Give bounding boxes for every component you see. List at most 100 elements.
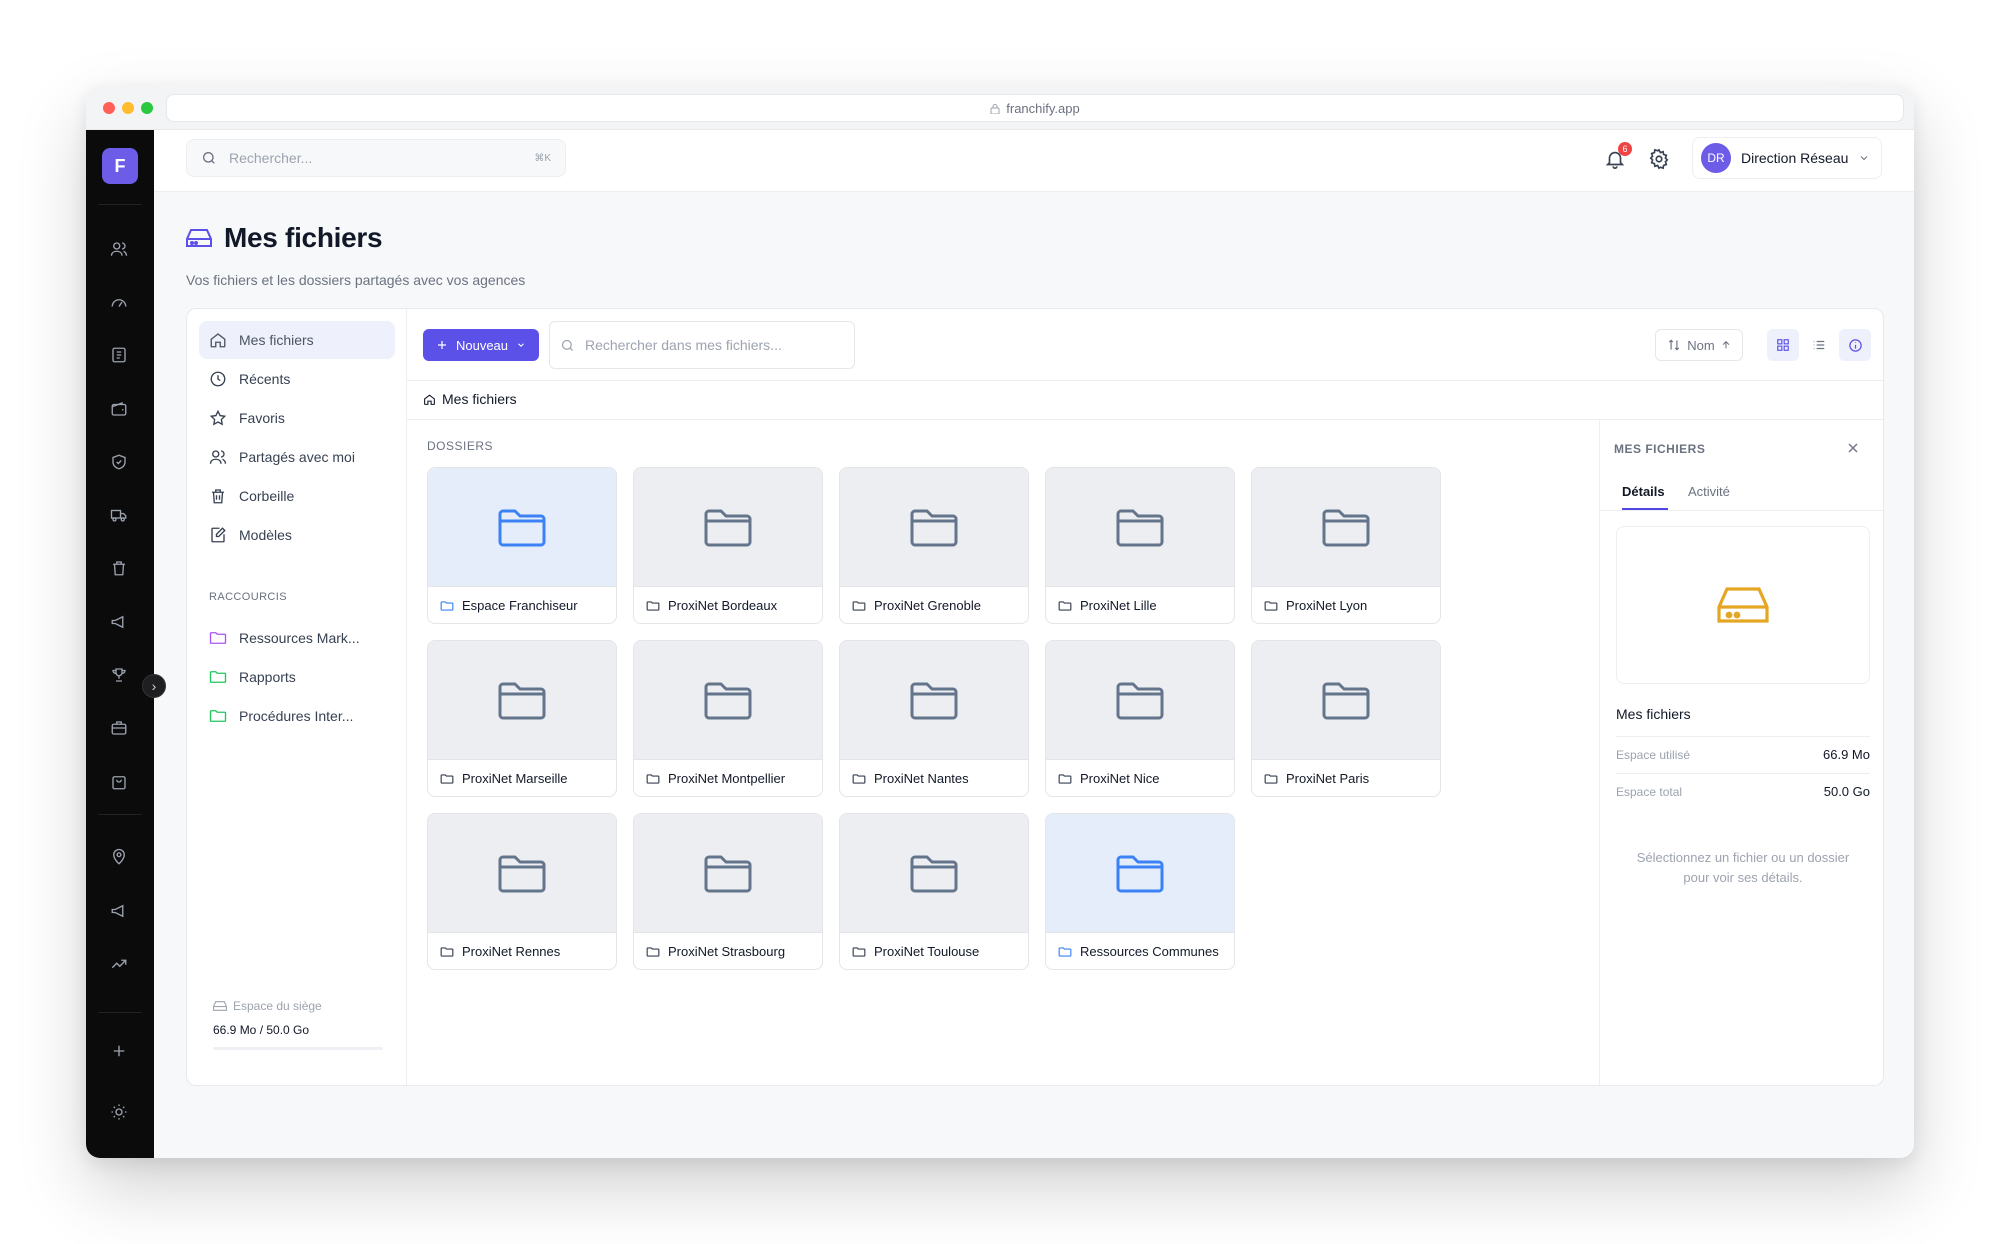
folder-card[interactable]: ProxiNet Marseille <box>427 640 617 797</box>
close-window-button[interactable] <box>103 102 115 114</box>
gear-icon <box>1649 148 1669 170</box>
clock-icon <box>210 371 226 387</box>
trash-icon <box>212 489 224 504</box>
files-sidebar: Mes fichiers Récents Favoris Partagés av… <box>187 309 407 1085</box>
search-icon <box>561 339 573 351</box>
settings-button[interactable] <box>1648 148 1672 172</box>
trending-up-icon[interactable] <box>108 953 130 975</box>
template-icon <box>211 527 226 543</box>
folder-card[interactable]: ProxiNet Rennes <box>427 813 617 970</box>
sidebar-item-corbeille[interactable]: Corbeille <box>199 477 395 515</box>
folder-icon <box>646 773 660 784</box>
folder-name-row: Ressources Communes <box>1046 932 1234 969</box>
folder-card[interactable]: ProxiNet Toulouse <box>839 813 1029 970</box>
details-row-value: 50.0 Go <box>1823 784 1870 799</box>
close-details-button[interactable] <box>1845 440 1863 458</box>
trophy-icon[interactable] <box>108 664 130 686</box>
app-logo[interactable]: F <box>102 148 138 184</box>
invoice-icon[interactable] <box>108 344 130 366</box>
minimize-window-button[interactable] <box>122 102 134 114</box>
folder-card[interactable]: Ressources Communes <box>1045 813 1235 970</box>
folder-card[interactable]: Espace Franchiseur <box>427 467 617 624</box>
shopping-bag-icon[interactable] <box>108 771 130 793</box>
folder-card[interactable]: ProxiNet Paris <box>1251 640 1441 797</box>
folder-icon <box>1116 509 1164 547</box>
folder-thumbnail <box>634 814 822 932</box>
folder-icon <box>209 671 227 683</box>
folder-icon <box>1116 855 1164 893</box>
details-row-value: 66.9 Mo <box>1823 747 1870 762</box>
breadcrumb[interactable]: Mes fichiers <box>423 391 517 407</box>
folder-card[interactable]: ProxiNet Montpellier <box>633 640 823 797</box>
announcement-icon[interactable] <box>108 900 130 922</box>
drive-icon <box>213 1001 227 1011</box>
folder-name-row: ProxiNet Lille <box>1046 586 1234 623</box>
folder-card[interactable]: ProxiNet Lille <box>1045 467 1235 624</box>
folder-name: Ressources Communes <box>1080 944 1219 959</box>
breadcrumb-current: Mes fichiers <box>442 391 517 407</box>
global-search-input[interactable]: Rechercher... ⌘K <box>186 139 566 177</box>
wallet-icon[interactable] <box>108 398 130 420</box>
grid-view-button[interactable] <box>1767 329 1799 361</box>
users-icon[interactable] <box>108 238 130 260</box>
map-pin-icon[interactable] <box>108 846 130 868</box>
details-row-total: Espace total 50.0 Go <box>1616 773 1870 809</box>
folder-card[interactable]: ProxiNet Bordeaux <box>633 467 823 624</box>
folder-name: ProxiNet Paris <box>1286 771 1370 786</box>
file-browser: Mes fichiers Récents Favoris Partagés av… <box>186 308 1884 1086</box>
shortcut-ressources-marketing[interactable]: Ressources Mark... <box>199 619 395 657</box>
sidebar-item-mes-fichiers[interactable]: Mes fichiers <box>199 321 395 359</box>
shield-icon[interactable] <box>108 451 130 473</box>
folder-card[interactable]: ProxiNet Grenoble <box>839 467 1029 624</box>
plus-icon[interactable] <box>108 1040 130 1062</box>
truck-icon[interactable] <box>108 504 130 526</box>
sort-button[interactable]: Nom <box>1655 329 1743 361</box>
sidebar-item-partages[interactable]: Partagés avec moi <box>199 438 395 476</box>
sidebar-item-recents[interactable]: Récents <box>199 360 395 398</box>
sidebar-item-favoris[interactable]: Favoris <box>199 399 395 437</box>
folder-name: ProxiNet Marseille <box>462 771 568 786</box>
drive-icon <box>1717 587 1769 623</box>
home-icon <box>210 333 226 348</box>
info-panel-button[interactable] <box>1839 329 1871 361</box>
sidebar-item-label: Modèles <box>239 527 292 543</box>
tab-activity[interactable]: Activité <box>1688 484 1730 499</box>
user-menu[interactable]: DR Direction Réseau <box>1692 137 1882 179</box>
folder-name: ProxiNet Toulouse <box>874 944 980 959</box>
folder-icon <box>646 600 660 611</box>
rail-expand-button[interactable]: › <box>142 674 166 698</box>
trash-icon[interactable] <box>108 557 130 579</box>
new-button[interactable]: Nouveau <box>423 329 539 361</box>
folder-thumbnail <box>840 468 1028 586</box>
sidebar-item-label: Corbeille <box>239 488 295 504</box>
folder-icon <box>704 855 752 893</box>
active-tab-indicator <box>1622 508 1668 510</box>
folder-card[interactable]: ProxiNet Nice <box>1045 640 1235 797</box>
folder-icon <box>910 682 958 720</box>
folder-card[interactable]: ProxiNet Nantes <box>839 640 1029 797</box>
folder-card[interactable]: ProxiNet Lyon <box>1251 467 1441 624</box>
megaphone-icon[interactable] <box>108 611 130 633</box>
tabs-divider <box>1600 510 1883 511</box>
top-bar: Rechercher... ⌘K 6 DR Direction Réseau <box>154 130 1914 192</box>
browser-titlebar: franchify.app <box>86 86 1914 130</box>
new-button-label: Nouveau <box>455 337 509 353</box>
shortcut-rapports[interactable]: Rapports <box>199 658 395 696</box>
gauge-icon[interactable] <box>108 291 130 313</box>
maximize-window-button[interactable] <box>141 102 153 114</box>
sidebar-item-modeles[interactable]: Modèles <box>199 516 395 554</box>
shortcut-procedures[interactable]: Procédures Inter... <box>199 697 395 735</box>
briefcase-icon[interactable] <box>108 717 130 739</box>
folder-card[interactable]: ProxiNet Strasbourg <box>633 813 823 970</box>
notifications-button[interactable]: 6 <box>1604 142 1632 172</box>
page-title: Mes fichiers <box>186 222 525 254</box>
folder-icon <box>440 600 454 611</box>
tab-details[interactable]: Détails <box>1622 484 1665 499</box>
details-row-used: Espace utilisé 66.9 Mo <box>1616 736 1870 772</box>
url-text: franchify.app <box>1006 100 1080 116</box>
folder-name-row: ProxiNet Grenoble <box>840 586 1028 623</box>
address-bar[interactable]: franchify.app <box>166 94 1904 122</box>
list-view-button[interactable] <box>1803 329 1835 361</box>
files-search-input[interactable]: Rechercher dans mes fichiers... <box>549 321 855 369</box>
sun-icon[interactable] <box>108 1101 130 1123</box>
